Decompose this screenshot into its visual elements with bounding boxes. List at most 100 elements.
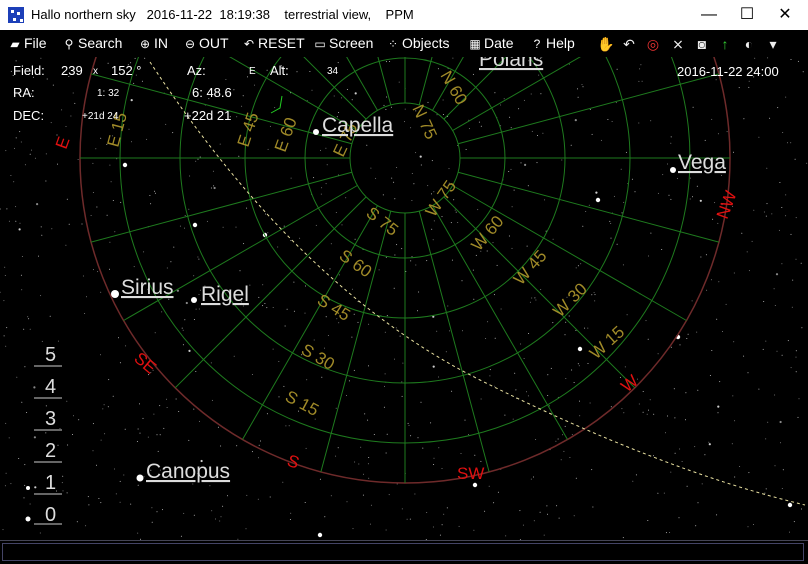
background-star xyxy=(474,454,476,456)
background-star xyxy=(402,362,404,364)
background-star xyxy=(719,381,721,383)
background-star xyxy=(733,341,735,343)
background-star xyxy=(494,337,496,339)
background-star xyxy=(299,237,301,239)
background-star xyxy=(338,322,340,324)
target-icon[interactable]: ◎ xyxy=(643,34,663,54)
background-star xyxy=(674,452,676,454)
background-star xyxy=(52,84,54,86)
background-star xyxy=(543,534,545,536)
background-star xyxy=(14,147,15,149)
background-star xyxy=(290,240,292,241)
background-star xyxy=(28,318,30,320)
background-star xyxy=(29,153,31,155)
background-star xyxy=(486,250,488,252)
background-star xyxy=(662,174,664,176)
background-star xyxy=(246,494,248,496)
background-star xyxy=(410,127,412,129)
background-star xyxy=(49,315,51,317)
menu-zoom-out[interactable]: ⊖ OUT xyxy=(183,35,229,51)
menu-reset[interactable]: ↶ RESET xyxy=(242,35,305,51)
background-star xyxy=(384,373,386,375)
background-star xyxy=(368,365,369,367)
background-star xyxy=(45,153,47,155)
background-star xyxy=(45,432,47,434)
background-star xyxy=(330,495,332,497)
camera-icon[interactable]: ◙ xyxy=(692,34,712,54)
background-star xyxy=(710,279,712,281)
background-star xyxy=(748,270,750,272)
menu-objects[interactable]: ⁘ Objects xyxy=(386,35,450,51)
menu-screen[interactable]: ▭ Screen xyxy=(313,35,373,51)
background-star xyxy=(449,330,451,332)
background-star xyxy=(535,439,537,440)
background-star xyxy=(175,398,177,400)
background-star xyxy=(650,232,652,234)
background-star xyxy=(384,385,385,387)
background-star xyxy=(716,514,718,516)
background-star xyxy=(6,208,8,210)
undo-icon[interactable]: ↶ xyxy=(619,34,639,54)
background-star xyxy=(19,131,21,133)
background-star xyxy=(257,498,259,500)
menu-date[interactable]: ▦ Date xyxy=(468,35,513,51)
menu-file[interactable]: ▰ File xyxy=(8,35,46,51)
background-star xyxy=(178,411,180,412)
background-star xyxy=(638,403,640,405)
background-star xyxy=(277,246,279,248)
background-star xyxy=(520,343,522,345)
background-star xyxy=(284,325,286,327)
background-star xyxy=(661,249,663,250)
background-star xyxy=(546,505,548,507)
background-star xyxy=(795,258,797,260)
close-button[interactable]: ✕ xyxy=(762,0,808,30)
menu-help[interactable]: ? Help xyxy=(530,35,575,51)
hand-icon[interactable]: ✋ xyxy=(596,34,616,54)
background-star xyxy=(519,510,521,512)
background-star xyxy=(211,510,213,512)
background-star xyxy=(15,206,17,208)
background-star xyxy=(139,432,141,434)
background-star xyxy=(766,203,768,205)
sky-chart[interactable]: N 60 N 75 E 75 E 60 E 45 E 15 S 75 S 60 … xyxy=(0,57,808,540)
star-capella xyxy=(313,129,319,135)
background-star xyxy=(442,114,444,115)
background-star xyxy=(5,422,7,424)
background-star xyxy=(638,80,640,82)
background-star xyxy=(119,480,121,482)
background-star xyxy=(130,99,133,102)
background-star xyxy=(210,187,212,189)
background-star xyxy=(526,245,528,247)
background-star xyxy=(313,177,315,179)
status-field xyxy=(2,543,804,561)
background-star xyxy=(333,95,335,97)
background-star xyxy=(609,220,611,222)
background-star xyxy=(641,80,643,82)
background-star xyxy=(266,69,268,71)
background-star xyxy=(51,228,53,230)
dial-icon[interactable]: ◐ xyxy=(739,34,759,54)
background-star xyxy=(468,434,469,436)
background-star xyxy=(34,157,36,159)
star-label: Sirius xyxy=(121,276,174,299)
sky-view[interactable]: N 60 N 75 E 75 E 60 E 45 E 15 S 75 S 60 … xyxy=(0,57,808,540)
dropdown-icon[interactable]: ▾ xyxy=(763,34,783,54)
menu-search[interactable]: ⚲ Search xyxy=(62,35,123,51)
background-star xyxy=(795,350,797,352)
background-star xyxy=(210,362,212,364)
magnitude-label: 4 xyxy=(45,376,56,398)
menu-zoom-in[interactable]: ⊕ IN xyxy=(138,35,168,51)
background-star xyxy=(327,335,329,336)
background-star xyxy=(98,498,100,499)
grid-icon[interactable]: ⨯ xyxy=(668,34,688,54)
field-height: 152 ° xyxy=(111,63,142,78)
grid-label: N 75 xyxy=(408,102,440,143)
background-star xyxy=(346,501,348,503)
arrow-up-icon[interactable]: ↑ xyxy=(715,34,735,54)
background-star xyxy=(260,440,261,442)
background-star xyxy=(692,196,693,198)
background-star xyxy=(120,201,122,203)
field-width: 239 xyxy=(61,63,83,78)
background-star xyxy=(669,532,671,533)
background-star xyxy=(747,526,749,528)
